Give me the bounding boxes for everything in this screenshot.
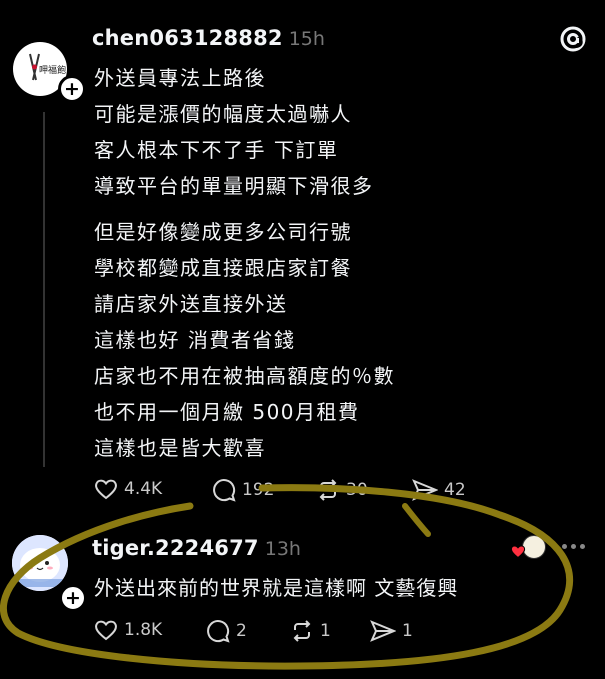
- comment-icon: [213, 479, 236, 502]
- comment-count: 192: [242, 480, 275, 500]
- share-button[interactable]: 1: [370, 619, 413, 643]
- thread-line: [43, 112, 45, 467]
- repost-icon: [319, 479, 337, 501]
- post-header: chen063128882 15h: [92, 26, 325, 50]
- post-text-line: 可能是漲價的幅度太過嚇人: [94, 102, 352, 126]
- comment-button[interactable]: 192: [212, 478, 274, 502]
- timestamp: 15h: [288, 28, 325, 50]
- share-icon: [370, 620, 396, 642]
- post-text-line: 導致平台的單量明顯下滑很多: [94, 174, 374, 198]
- comment-count: 2: [236, 621, 247, 641]
- username[interactable]: chen063128882: [92, 26, 283, 50]
- follow-button[interactable]: +: [59, 584, 87, 612]
- comment-icon: [207, 620, 230, 643]
- heart-filled-icon: [510, 545, 526, 559]
- repost-count: 30: [346, 480, 368, 500]
- timestamp: 13h: [264, 538, 301, 560]
- post-text-line: 店家也不用在被抽高額度的％數: [94, 364, 395, 388]
- post-text-line: 外送出來前的世界就是這樣啊 文藝復興: [94, 576, 459, 600]
- like-button[interactable]: 1.8K: [94, 619, 162, 641]
- post-text-line: 外送員專法上路後: [94, 66, 266, 90]
- share-count: 42: [444, 480, 466, 500]
- username[interactable]: tiger.2224677: [92, 536, 259, 560]
- post-text-line: 這樣也好 消費者省錢: [94, 328, 296, 352]
- share-icon: [412, 479, 438, 501]
- avatar-text: 呷福飽: [39, 64, 66, 76]
- avatar[interactable]: [12, 535, 68, 591]
- post: 呷福飽 + chen063128882 15h 外送員專法上路後 可能是漲價的幅…: [0, 0, 605, 510]
- post-text-line: 客人根本下不了手 下訂單: [94, 138, 339, 162]
- author-liked-badge: [508, 535, 548, 561]
- repost-button[interactable]: 30: [316, 478, 368, 502]
- like-count: 4.4K: [124, 479, 163, 499]
- heart-icon: [95, 620, 117, 641]
- follow-button[interactable]: +: [58, 75, 86, 103]
- reply-post: + tiger.2224677 13h 外送出來前的世界就是這樣啊 文藝復興 1…: [0, 520, 605, 679]
- post-text-line: 也不用一個月繳 500月租費: [94, 400, 360, 424]
- repost-count: 1: [320, 621, 331, 641]
- post-text-line: 請店家外送直接外送: [94, 292, 288, 316]
- post-text-line: 學校都變成直接跟店家訂餐: [94, 256, 352, 280]
- more-icon[interactable]: [562, 544, 585, 549]
- repost-icon: [293, 620, 311, 642]
- share-count: 1: [402, 621, 413, 641]
- post-text-line: 但是好像變成更多公司行號: [94, 220, 352, 244]
- share-button[interactable]: 42: [412, 478, 466, 502]
- post-text-line: 這樣也是皆大歡喜: [94, 436, 266, 460]
- like-count: 1.8K: [124, 620, 163, 640]
- comment-button[interactable]: 2: [206, 619, 247, 643]
- like-button[interactable]: 4.4K: [94, 478, 162, 500]
- character-avatar-icon: [12, 535, 68, 591]
- repost-button[interactable]: 1: [290, 619, 331, 643]
- post-header: tiger.2224677 13h: [92, 536, 301, 560]
- heart-icon: [95, 479, 117, 500]
